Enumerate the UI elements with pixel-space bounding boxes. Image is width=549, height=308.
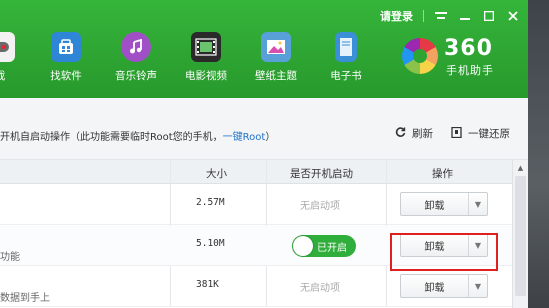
column-header-size: 大小 <box>206 168 227 180</box>
scroll-thumb[interactable] <box>515 176 526 296</box>
nav-item-label: 电子书 <box>330 70 362 82</box>
uninstall-label: 卸载 <box>401 193 469 215</box>
restore-icon <box>451 126 462 141</box>
restore-label: 一键还原 <box>468 128 510 140</box>
uninstall-button[interactable]: 卸载 ▼ <box>400 192 488 216</box>
logo-subtitle: 手机助手 <box>446 64 494 77</box>
nav-item-label: 壁纸主题 <box>255 70 297 82</box>
main-content: 开机自启动操作（此功能需要临时Root您的手机，一键Root） 刷新 一键还原 … <box>0 98 528 308</box>
nav-item-wallpaper[interactable]: 壁纸主题 <box>246 30 306 83</box>
nav-item-video[interactable]: 电影视频 <box>176 30 236 83</box>
close-icon[interactable] <box>506 9 520 23</box>
info-suffix: ） <box>265 132 276 143</box>
column-header-startup: 是否开机启动 <box>290 168 353 180</box>
info-text: 开机自启动操作（此功能需要临时Root您的手机，一键Root） <box>0 128 275 143</box>
nav-item-games[interactable]: 戏 <box>0 30 30 83</box>
film-icon <box>191 32 221 62</box>
startup-status: 无启动项 <box>300 283 340 294</box>
window-controls: 请登录 <box>380 8 520 24</box>
main-nav: 戏 找软件 音乐铃声 电影视频 壁纸主题 <box>0 30 400 90</box>
nav-item-ebook[interactable]: 电子书 <box>316 30 376 83</box>
wallpaper-icon <box>261 32 291 62</box>
app-size: 5.10M <box>196 238 225 249</box>
table-row[interactable]: 数据到手上 381K 无启动项 卸载 ▼ <box>0 267 512 307</box>
vertical-scrollbar[interactable]: ▲ <box>512 160 528 308</box>
uninstall-button[interactable]: 卸载 ▼ <box>400 274 488 298</box>
scroll-up-icon[interactable]: ▲ <box>515 162 526 173</box>
chevron-down-icon[interactable]: ▼ <box>469 193 487 215</box>
logo-brand: 360 <box>444 36 493 61</box>
ebook-icon <box>335 32 357 62</box>
login-link[interactable]: 请登录 <box>380 8 413 24</box>
refresh-icon <box>395 126 406 141</box>
chevron-down-icon[interactable]: ▼ <box>469 275 487 297</box>
background-strip <box>528 0 549 308</box>
menu-icon[interactable] <box>434 9 448 23</box>
divider <box>423 10 424 22</box>
app-name: 数据到手上 <box>0 293 50 304</box>
toggle-knob <box>293 236 313 256</box>
game-icon <box>0 32 15 62</box>
app-name: 功能 <box>0 252 20 263</box>
app-logo: 360 手机助手 <box>402 34 522 84</box>
nav-item-music[interactable]: 音乐铃声 <box>106 30 166 83</box>
info-prefix: 开机自启动操作（此功能需要临时Root您的手机， <box>0 132 223 143</box>
uninstall-label: 卸载 <box>401 275 469 297</box>
refresh-button[interactable]: 刷新 <box>395 126 433 141</box>
nav-item-find-software[interactable]: 找软件 <box>36 30 96 83</box>
music-icon <box>121 32 151 62</box>
maximize-icon[interactable] <box>482 9 496 23</box>
info-actions: 刷新 一键还原 <box>395 126 510 141</box>
minimize-icon[interactable] <box>458 9 472 23</box>
app-size: 381K <box>196 279 219 290</box>
app-size: 2.57M <box>196 197 225 208</box>
table-header: 大小 是否开机启动 操作 <box>0 160 512 184</box>
table-row[interactable]: 2.57M 无启动项 卸载 ▼ <box>0 185 512 225</box>
startup-status: 无启动项 <box>300 201 340 212</box>
highlight-box <box>390 233 498 271</box>
nav-item-label: 戏 <box>0 68 30 83</box>
store-icon <box>51 32 81 62</box>
logo-icon <box>402 38 438 74</box>
toggle-label: 已开启 <box>317 242 347 254</box>
app-header: 请登录 戏 找软件 <box>0 0 528 98</box>
info-bar: 开机自启动操作（此功能需要临时Root您的手机，一键Root） 刷新 一键还原 <box>0 98 528 160</box>
nav-item-label: 电影视频 <box>185 70 227 82</box>
nav-item-label: 找软件 <box>50 70 82 82</box>
root-link[interactable]: 一键Root <box>223 132 266 143</box>
refresh-label: 刷新 <box>412 128 433 140</box>
column-header-action: 操作 <box>432 168 453 180</box>
nav-item-label: 音乐铃声 <box>115 70 157 82</box>
startup-toggle[interactable]: 已开启 <box>292 235 356 257</box>
restore-button[interactable]: 一键还原 <box>451 126 510 141</box>
